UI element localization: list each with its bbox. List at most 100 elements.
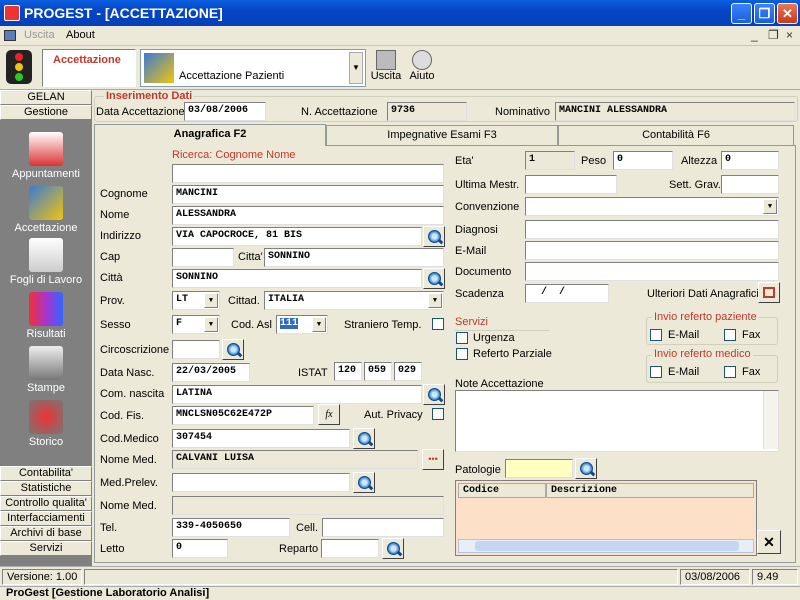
- nav-controllo-qualita[interactable]: Controllo qualita': [0, 496, 92, 511]
- istat-2-field[interactable]: 059: [364, 362, 392, 381]
- circoscrizione-field[interactable]: [172, 340, 220, 359]
- urgenza-checkbox[interactable]: [456, 332, 468, 344]
- eta-field[interactable]: 1: [525, 151, 575, 170]
- nav-gelan[interactable]: GELAN: [0, 90, 92, 105]
- referto-parziale-checkbox[interactable]: [456, 348, 468, 360]
- codasl-select[interactable]: 111 ▼: [276, 315, 328, 334]
- patologie-field[interactable]: [505, 459, 573, 478]
- ulteriori-button[interactable]: [758, 282, 780, 303]
- nominativo-field[interactable]: MANCINI ALESSANDRA: [555, 102, 795, 121]
- istat-1-field[interactable]: 120: [334, 362, 362, 381]
- chevron-down-icon[interactable]: ▼: [763, 199, 777, 214]
- med-fax-checkbox[interactable]: [724, 366, 736, 378]
- medprel-search-icon[interactable]: [353, 472, 375, 493]
- grid-header-codice[interactable]: Codice: [458, 483, 546, 498]
- nav-storico[interactable]: Storico: [4, 400, 88, 448]
- ricerca-field[interactable]: [172, 164, 444, 183]
- menu-uscita[interactable]: Uscita: [24, 29, 55, 41]
- chevron-down-icon[interactable]: ▼: [204, 293, 218, 308]
- nav-interfacciamenti[interactable]: Interfacciamenti: [0, 511, 92, 526]
- mdi-minimize-icon[interactable]: _: [751, 28, 758, 42]
- fx-button[interactable]: fx: [318, 404, 340, 425]
- nomemed-field[interactable]: CALVANI LUISA: [172, 450, 418, 469]
- data-accettazione-field[interactable]: 03/08/2006: [184, 102, 266, 121]
- nasc-field[interactable]: 22/03/2005: [172, 363, 250, 382]
- codfis-field[interactable]: MNCLSN05C62E472P: [172, 406, 314, 425]
- prov-select[interactable]: LT ▼: [172, 291, 220, 310]
- altezza-field[interactable]: 0: [721, 151, 779, 170]
- citta-search-icon[interactable]: [423, 268, 445, 289]
- num-accettazione-field[interactable]: 9736: [387, 102, 467, 121]
- comnasc-field[interactable]: LATINA: [172, 385, 422, 404]
- circoscrizione-search-icon[interactable]: [222, 339, 244, 360]
- chevron-down-icon[interactable]: ▼: [428, 293, 442, 308]
- patologie-search-icon[interactable]: [575, 458, 597, 479]
- chevron-down-icon[interactable]: ▼: [312, 317, 326, 332]
- convenzione-select[interactable]: ▼: [525, 197, 779, 216]
- tab-contabilita[interactable]: Contabilità F6: [558, 125, 794, 145]
- nav-contabilita[interactable]: Contabilita': [0, 466, 92, 481]
- cell-field[interactable]: [322, 518, 444, 537]
- paz-fax-checkbox[interactable]: [724, 329, 736, 341]
- nav-fogli-lavoro[interactable]: Fogli di Lavoro: [4, 238, 88, 286]
- close-grid-button[interactable]: ✕: [757, 530, 781, 554]
- email-field[interactable]: [525, 241, 779, 260]
- grid-header-descrizione[interactable]: Descrizione: [546, 483, 754, 498]
- reparto-search-icon[interactable]: [382, 538, 404, 559]
- medprel-field[interactable]: [172, 473, 350, 492]
- cittad-select[interactable]: ITALIA ▼: [264, 291, 444, 310]
- nav-servizi[interactable]: Servizi: [0, 541, 92, 556]
- diagnosi-field[interactable]: [525, 220, 779, 239]
- mdi-restore-icon[interactable]: ❐: [768, 28, 779, 42]
- comnasc-search-icon[interactable]: [423, 384, 445, 405]
- uscita-button[interactable]: Uscita: [370, 50, 402, 88]
- istat-3-field[interactable]: 029: [394, 362, 422, 381]
- nav-stampe[interactable]: Stampe: [4, 346, 88, 394]
- nav-statistiche[interactable]: Statistiche: [0, 481, 92, 496]
- close-button[interactable]: ✕: [777, 3, 798, 24]
- nome-field[interactable]: ALESSANDRA: [172, 206, 444, 225]
- sesso-select[interactable]: F ▼: [172, 315, 220, 334]
- nav-gestione[interactable]: Gestione: [0, 105, 92, 120]
- nav-risultati[interactable]: Risultati: [4, 292, 88, 340]
- indirizzo-field[interactable]: VIA CAPOCROCE, 81 BIS: [172, 227, 422, 246]
- minimize-button[interactable]: _: [731, 3, 752, 24]
- nav-archivi-base[interactable]: Archivi di base: [0, 526, 92, 541]
- module-select[interactable]: Accettazione Pazienti ▼: [140, 49, 366, 87]
- sett-field[interactable]: [721, 175, 779, 194]
- tel-field[interactable]: 339-4050650: [172, 518, 290, 537]
- grid-hscrollbar[interactable]: [458, 539, 754, 553]
- more-dots-button[interactable]: •••: [422, 449, 444, 470]
- maximize-button[interactable]: ❐: [754, 3, 775, 24]
- chevron-down-icon[interactable]: ▼: [349, 52, 363, 84]
- chevron-down-icon[interactable]: ▼: [204, 317, 218, 332]
- note-scrollbar[interactable]: [763, 391, 778, 449]
- letto-field[interactable]: 0: [172, 539, 228, 558]
- citta2-field[interactable]: SONNINO: [264, 248, 444, 267]
- cognome-field[interactable]: MANCINI: [172, 185, 444, 204]
- codmed-field[interactable]: 307454: [172, 429, 350, 448]
- codmed-search-icon[interactable]: [353, 428, 375, 449]
- paz-email-checkbox[interactable]: [650, 329, 662, 341]
- peso-field[interactable]: 0: [613, 151, 673, 170]
- cap-field[interactable]: [172, 248, 234, 267]
- scadenza-field[interactable]: / /: [525, 284, 609, 303]
- tab-impegnative[interactable]: Impegnative Esami F3: [326, 125, 558, 145]
- med-email-checkbox[interactable]: [650, 366, 662, 378]
- indirizzo-search-icon[interactable]: [423, 226, 445, 247]
- nav-appuntamenti[interactable]: Appuntamenti: [4, 132, 88, 180]
- mdi-close-icon[interactable]: ×: [786, 28, 793, 42]
- mestr-field[interactable]: [525, 175, 617, 194]
- tab-anagrafica[interactable]: Anagrafica F2: [94, 124, 326, 146]
- note-textarea[interactable]: [455, 390, 779, 452]
- privacy-checkbox[interactable]: [432, 408, 444, 420]
- menu-about[interactable]: About: [66, 29, 95, 41]
- nomemed2-field[interactable]: [172, 496, 444, 515]
- documento-field[interactable]: [525, 262, 779, 281]
- reparto-field[interactable]: [321, 539, 379, 558]
- citta-field[interactable]: SONNINO: [172, 269, 422, 288]
- scroll-thumb[interactable]: [475, 541, 739, 551]
- straniero-checkbox[interactable]: [432, 318, 444, 330]
- aiuto-button[interactable]: Aiuto: [406, 50, 438, 88]
- nav-accettazione[interactable]: Accettazione: [4, 186, 88, 234]
